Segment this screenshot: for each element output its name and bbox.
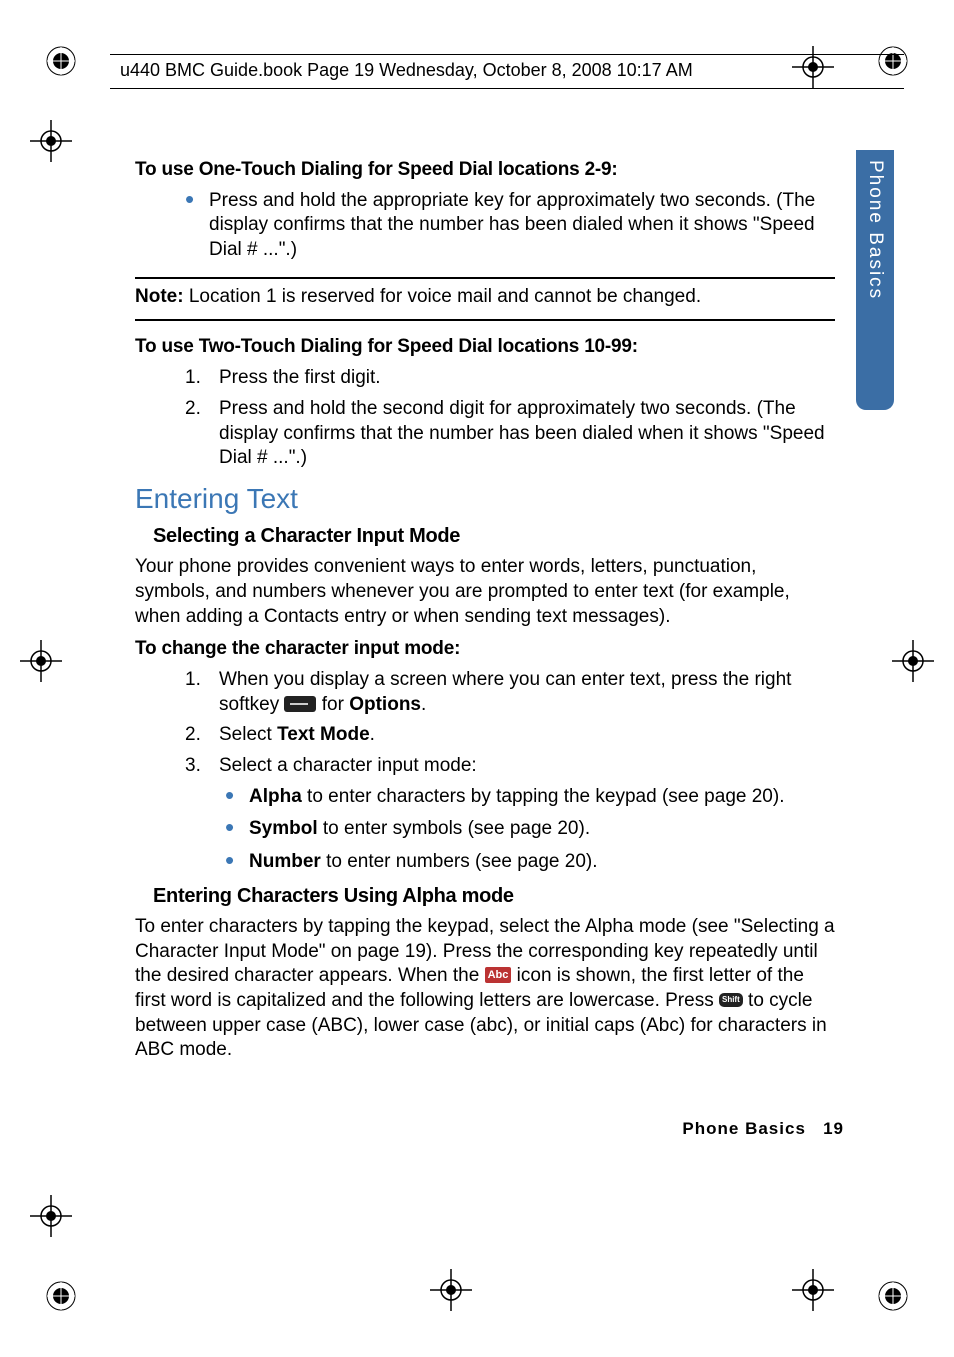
text-bold: Number (249, 851, 321, 872)
list-item: 2.Press and hold the second digit for ap… (185, 397, 835, 471)
list-text: Press the first digit. (219, 366, 381, 391)
list-text: Select a character input mode: (219, 754, 477, 779)
list-text: When you display a screen where you can … (219, 668, 835, 717)
crosshair-icon (30, 1195, 72, 1237)
header-rule (110, 54, 904, 55)
list-item: • Alpha to enter characters by tapping t… (225, 785, 835, 810)
crosshair-icon (20, 640, 62, 682)
paragraph: To enter characters by tapping the keypa… (135, 915, 835, 1063)
crosshair-icon (430, 1269, 472, 1311)
list-item: 1. When you display a screen where you c… (185, 668, 835, 717)
side-tab-label: Phone Basics (864, 160, 886, 300)
list-text: Symbol to enter symbols (see page 20). (249, 817, 590, 842)
list-item: • Symbol to enter symbols (see page 20). (225, 817, 835, 842)
crosshair-icon (792, 1269, 834, 1311)
subsection-title: Entering Characters Using Alpha mode (153, 883, 835, 909)
softkey-icon (284, 696, 316, 712)
text-fragment: . (370, 724, 375, 745)
text-bold: Alpha (249, 786, 302, 807)
footer-section: Phone Basics (682, 1119, 806, 1138)
list-item: 2. Select Text Mode. (185, 723, 835, 748)
text-bold: Text Mode (277, 724, 370, 745)
text-bold: Options (349, 694, 421, 715)
text-fragment: to enter characters by tapping the keypa… (302, 786, 785, 807)
text-fragment: . (421, 694, 426, 715)
text-fragment: to enter symbols (see page 20). (318, 818, 590, 839)
rule (135, 277, 835, 279)
list-text: Press and hold the second digit for appr… (219, 397, 835, 471)
paragraph: Your phone provides convenient ways to e… (135, 555, 835, 629)
crosshair-icon (892, 640, 934, 682)
list-number: 1. (185, 366, 205, 391)
side-tab: Phone Basics (856, 150, 894, 410)
note-text: Location 1 is reserved for voice mail an… (184, 286, 702, 307)
text-fragment: to enter numbers (see page 20). (321, 851, 598, 872)
text-fragment: Select (219, 724, 277, 745)
list-number: 1. (185, 668, 205, 717)
bullet-icon: • (185, 189, 199, 263)
subsection-title: Selecting a Character Input Mode (153, 523, 835, 549)
registration-mark-icon (44, 1279, 78, 1313)
list-number: 3. (185, 754, 205, 779)
page-header: u440 BMC Guide.book Page 19 Wednesday, O… (120, 60, 894, 81)
note-label: Note: (135, 286, 184, 307)
heading-one-touch: To use One-Touch Dialing for Speed Dial … (135, 158, 835, 183)
section-title: Entering Text (135, 481, 835, 517)
note-line: Note: Location 1 is reserved for voice m… (135, 285, 835, 310)
crosshair-icon (30, 120, 72, 162)
list-item: 3. Select a character input mode: (185, 754, 835, 779)
list-text: Alpha to enter characters by tapping the… (249, 785, 784, 810)
shift-icon: Shift (719, 993, 743, 1007)
rule (135, 319, 835, 321)
heading-change-mode: To change the character input mode: (135, 637, 835, 662)
page-footer: Phone Basics 19 (682, 1119, 844, 1139)
text-fragment: for (322, 694, 349, 715)
header-rule (110, 88, 904, 89)
list-text: Number to enter numbers (see page 20). (249, 850, 598, 875)
bullet-icon: • (225, 785, 239, 810)
abc-icon: Abc (485, 967, 512, 983)
header-text: u440 BMC Guide.book Page 19 Wednesday, O… (120, 60, 693, 81)
list-item: 1. Press the first digit. (185, 366, 835, 391)
list-number: 2. (185, 723, 205, 748)
list-item: • Press and hold the appropriate key for… (185, 189, 835, 263)
list-text: Select Text Mode. (219, 723, 375, 748)
bullet-icon: • (225, 850, 239, 875)
registration-mark-icon (876, 1279, 910, 1313)
registration-mark-icon (44, 44, 78, 78)
list-text: Press and hold the appropriate key for a… (209, 189, 835, 263)
heading-two-touch: To use Two-Touch Dialing for Speed Dial … (135, 335, 835, 360)
bullet-icon: • (225, 817, 239, 842)
footer-page-number: 19 (823, 1119, 844, 1138)
list-number: 2. (185, 397, 205, 471)
text-bold: Symbol (249, 818, 318, 839)
list-item: • Number to enter numbers (see page 20). (225, 850, 835, 875)
